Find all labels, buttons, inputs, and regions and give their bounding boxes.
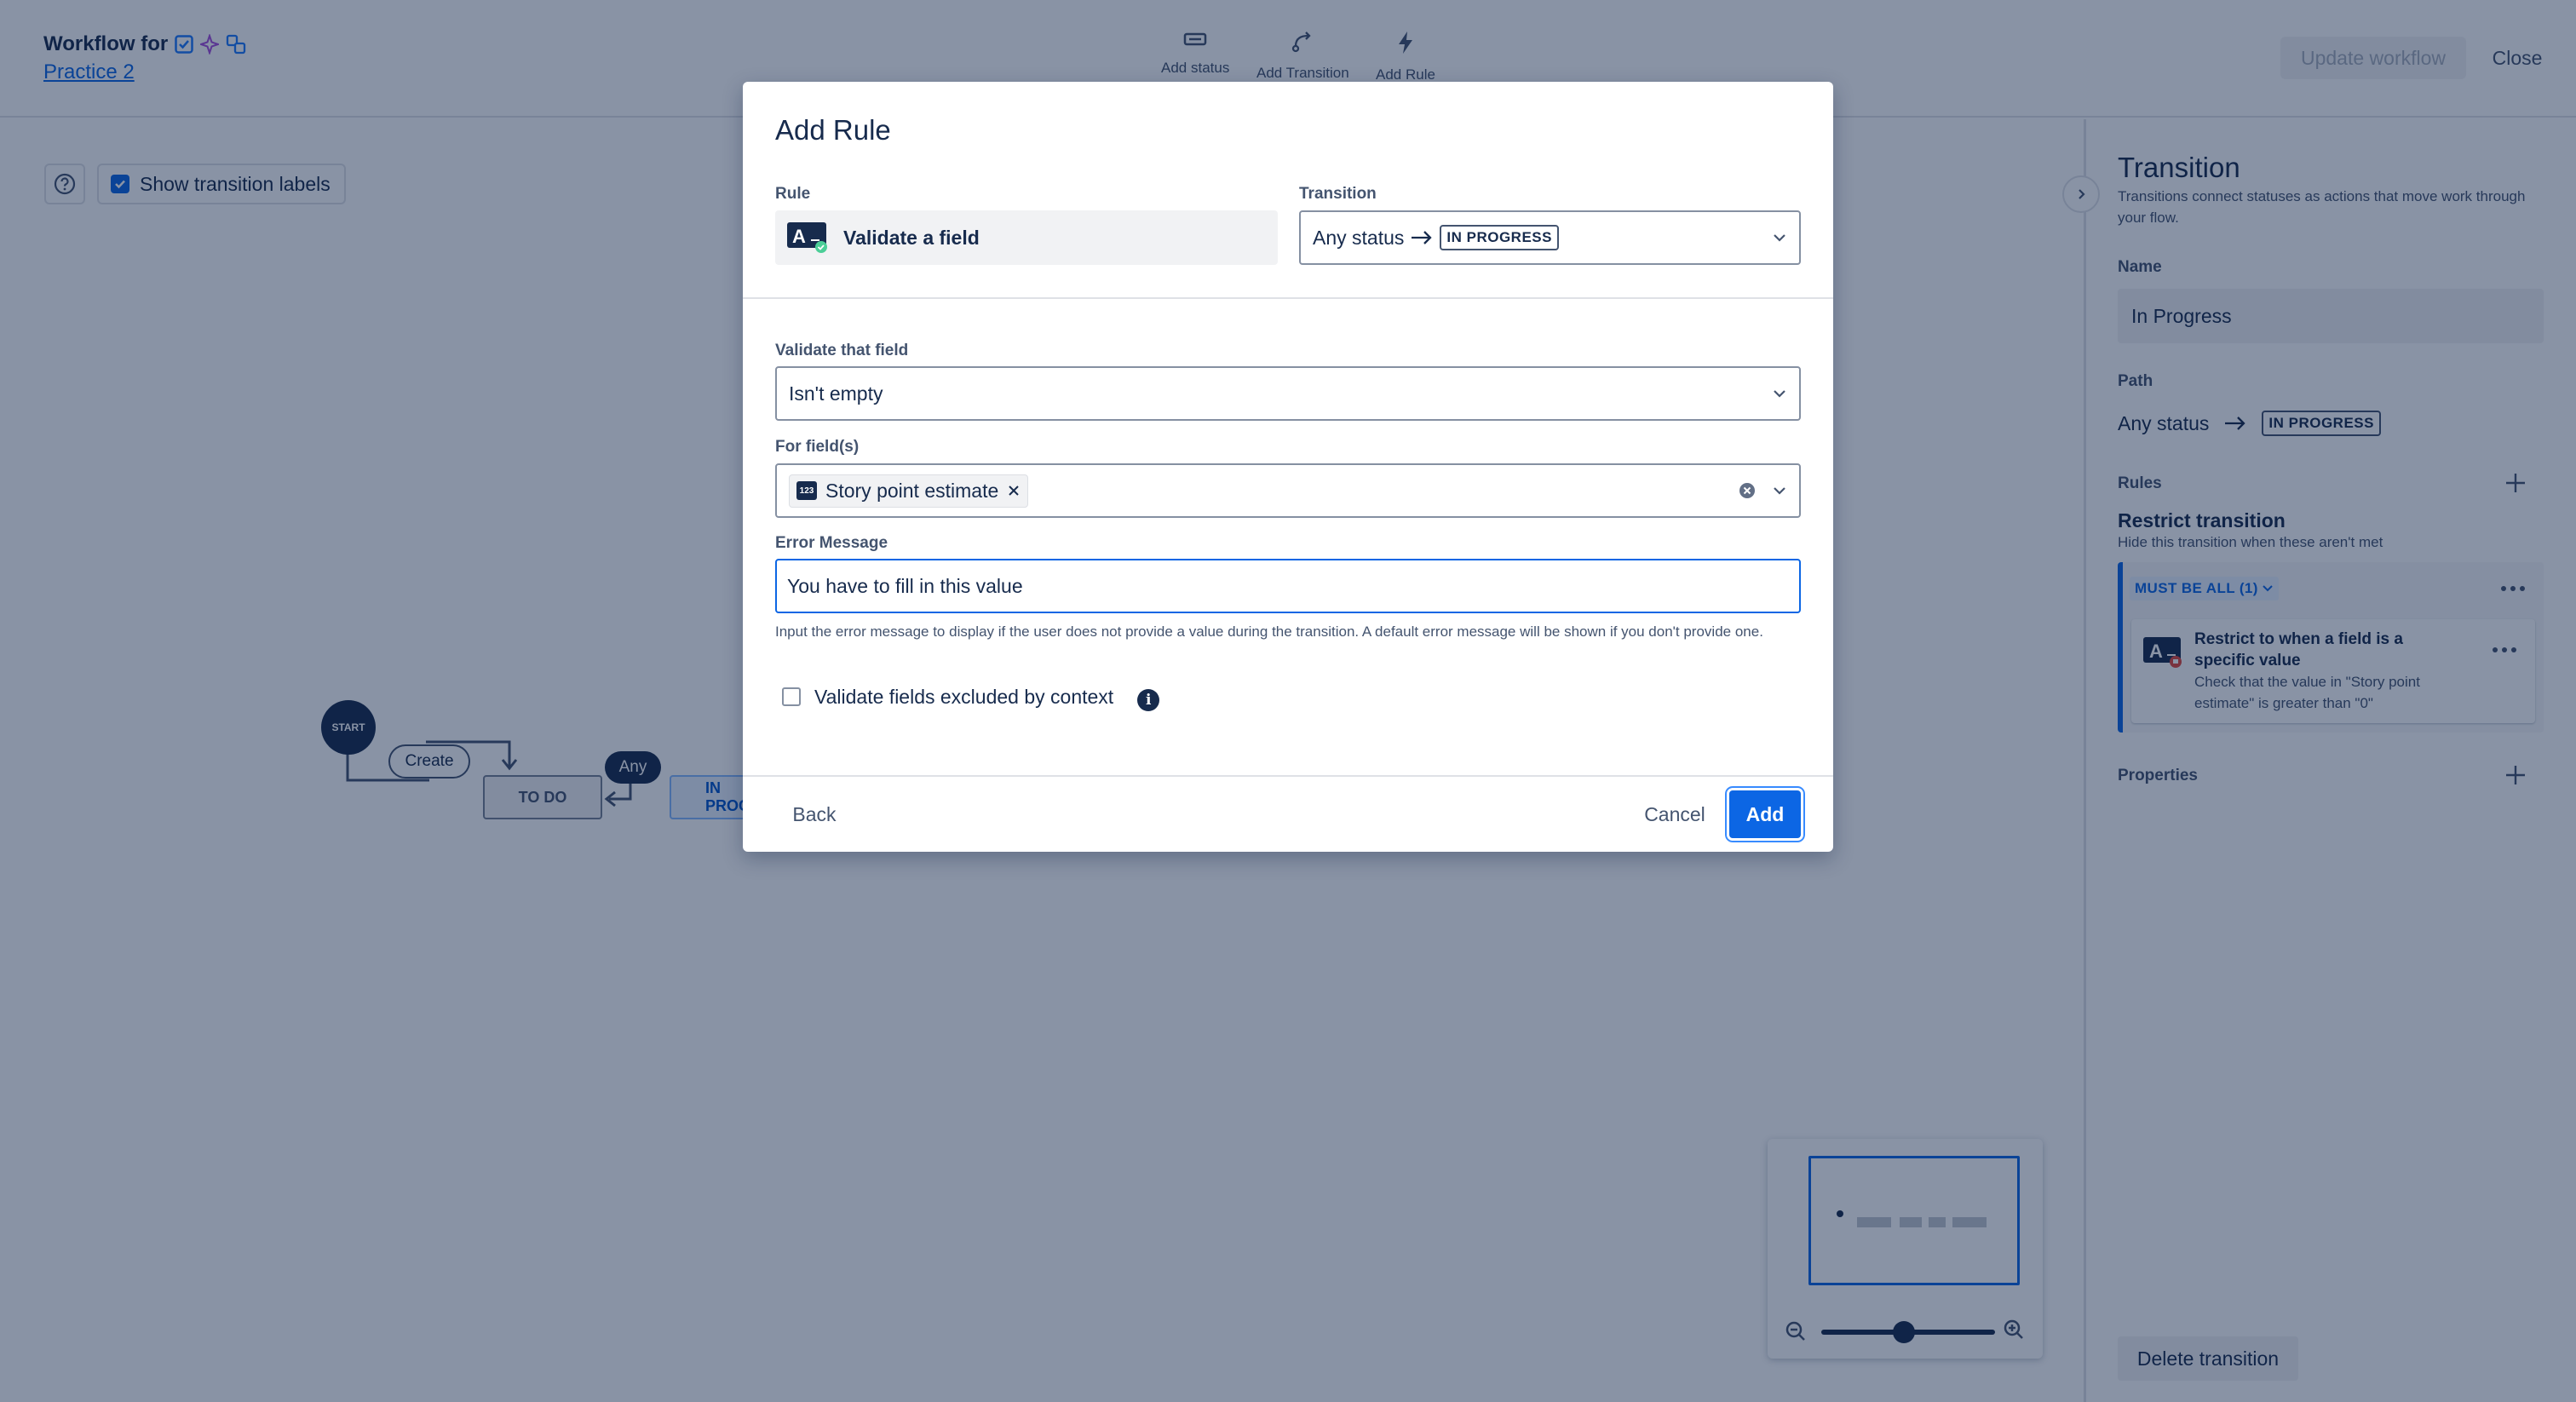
field-chip: 123 Story point estimate (789, 474, 1029, 508)
error-message-label: Error Message (775, 534, 888, 552)
modal-divider (743, 297, 1833, 299)
validate-condition-select[interactable]: Isn't empty (775, 366, 1801, 421)
remove-chip-icon[interactable] (1007, 484, 1021, 497)
arrow-right-icon (1411, 230, 1433, 245)
rule-label: Rule (775, 185, 811, 203)
clear-icon[interactable] (1738, 481, 1757, 500)
modal-footer-divider (743, 775, 1833, 777)
rule-type-display: A Validate a field (775, 210, 1278, 265)
status-lozenge: IN PROGRESS (1440, 225, 1559, 250)
error-message-input[interactable]: You have to fill in this value (775, 559, 1801, 613)
validate-excluded-checkbox[interactable] (782, 687, 801, 706)
add-button[interactable]: Add (1729, 790, 1801, 838)
modal-title: Add Rule (775, 114, 891, 146)
error-message-helper: Input the error message to display if th… (775, 623, 1763, 640)
validate-excluded-row[interactable]: Validate fields excluded by context i (782, 682, 1160, 711)
validate-field-icon: A (787, 221, 830, 255)
back-button[interactable]: Back (777, 790, 852, 838)
number-field-icon: 123 (796, 481, 817, 500)
transition-label: Transition (1299, 185, 1377, 203)
chevron-down-icon (1772, 388, 1787, 399)
info-icon[interactable]: i (1137, 689, 1160, 711)
fields-multiselect[interactable]: 123 Story point estimate (775, 463, 1801, 518)
chevron-down-icon[interactable] (1772, 486, 1787, 496)
fields-label: For field(s) (775, 438, 860, 456)
transition-select[interactable]: Any status IN PROGRESS (1299, 210, 1801, 265)
svg-text:A: A (792, 226, 806, 247)
cancel-button[interactable]: Cancel (1632, 790, 1717, 838)
chevron-down-icon (1772, 233, 1787, 243)
validate-label: Validate that field (775, 342, 909, 359)
